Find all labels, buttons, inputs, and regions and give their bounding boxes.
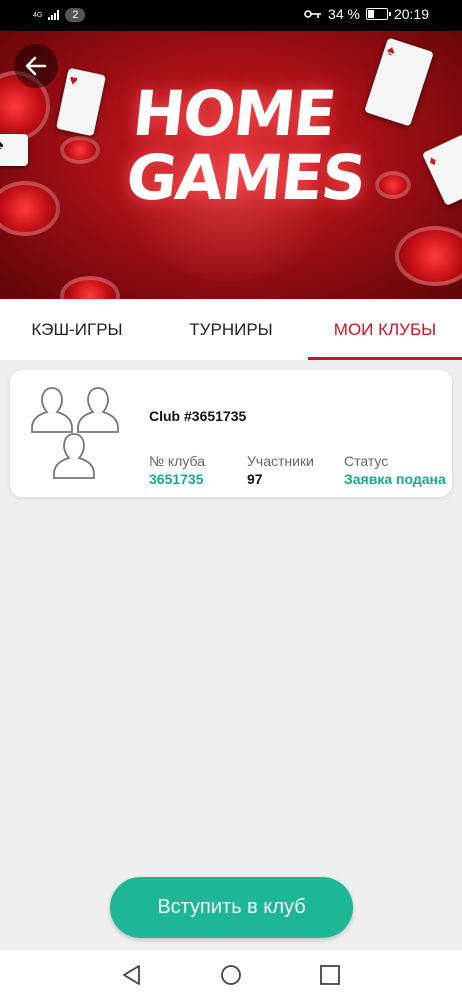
club-number-field: № клуба 3651735 — [149, 453, 205, 487]
home-games-logo: HOME GAMES — [122, 77, 368, 214]
back-button[interactable] — [14, 44, 58, 88]
tab-label: ТУРНИРЫ — [189, 319, 273, 339]
club-name: Club #3651735 — [149, 408, 247, 424]
status-right: 34 % 20:19 — [304, 6, 429, 22]
nav-back-icon[interactable] — [121, 964, 143, 986]
status-bar: 4G 2 34 % 20:19 — [0, 0, 462, 31]
nav-home-icon[interactable] — [220, 964, 242, 986]
club-card[interactable]: Club #3651735 № клуба 3651735 Участники … — [10, 370, 452, 497]
logo-line-1: HOME — [129, 77, 338, 150]
nav-recents-icon[interactable] — [319, 964, 341, 986]
arrow-left-icon — [25, 56, 47, 76]
network-indicator: 4G — [33, 12, 42, 19]
status-value: Заявка подана — [344, 471, 446, 487]
field-label: Участники — [247, 453, 314, 469]
tab-bar: КЭШ-ИГРЫ ТУРНИРЫ МОИ КЛУБЫ — [0, 299, 462, 360]
club-number-value: 3651735 — [149, 471, 204, 487]
poker-chip — [0, 181, 60, 236]
members-count-value: 97 — [247, 471, 263, 487]
network-type: 4G — [33, 11, 43, 19]
notification-count: 2 — [65, 8, 86, 22]
poker-chip — [395, 226, 462, 286]
field-label: № клуба — [149, 453, 205, 469]
poker-chip — [60, 136, 100, 164]
join-club-label: Вступить в клуб — [157, 896, 306, 918]
club-members-icon — [31, 387, 119, 479]
key-icon — [304, 10, 322, 18]
tab-my-clubs[interactable]: МОИ КЛУБЫ — [308, 299, 462, 360]
system-nav-bar — [0, 950, 462, 1000]
poker-chip — [375, 171, 411, 199]
tab-cash-games[interactable]: КЭШ-ИГРЫ — [0, 299, 154, 360]
status-left: 4G 2 — [33, 8, 86, 22]
tab-label: КЭШ-ИГРЫ — [31, 319, 123, 339]
field-label: Статус — [344, 453, 389, 469]
playing-card: ♥ — [55, 67, 107, 137]
home-games-banner: ♥ ♠ ♠ ♦ HOME GAMES — [0, 31, 462, 299]
signal-icon — [48, 10, 60, 20]
club-status-field: Статус Заявка подана — [344, 453, 446, 487]
battery-percent: 34 % — [328, 6, 360, 22]
poker-chip — [60, 276, 120, 299]
tab-tournaments[interactable]: ТУРНИРЫ — [154, 299, 308, 360]
join-club-button[interactable]: Вступить в клуб — [110, 877, 353, 938]
club-members-field: Участники 97 — [247, 453, 314, 487]
playing-card: ♠ — [364, 37, 434, 127]
battery-icon — [365, 8, 391, 20]
clock: 20:19 — [393, 6, 429, 22]
logo-line-2: GAMES — [122, 141, 368, 214]
playing-card: ♠ — [0, 134, 28, 166]
playing-card: ♦ — [421, 133, 462, 207]
tab-label: МОИ КЛУБЫ — [333, 319, 437, 339]
